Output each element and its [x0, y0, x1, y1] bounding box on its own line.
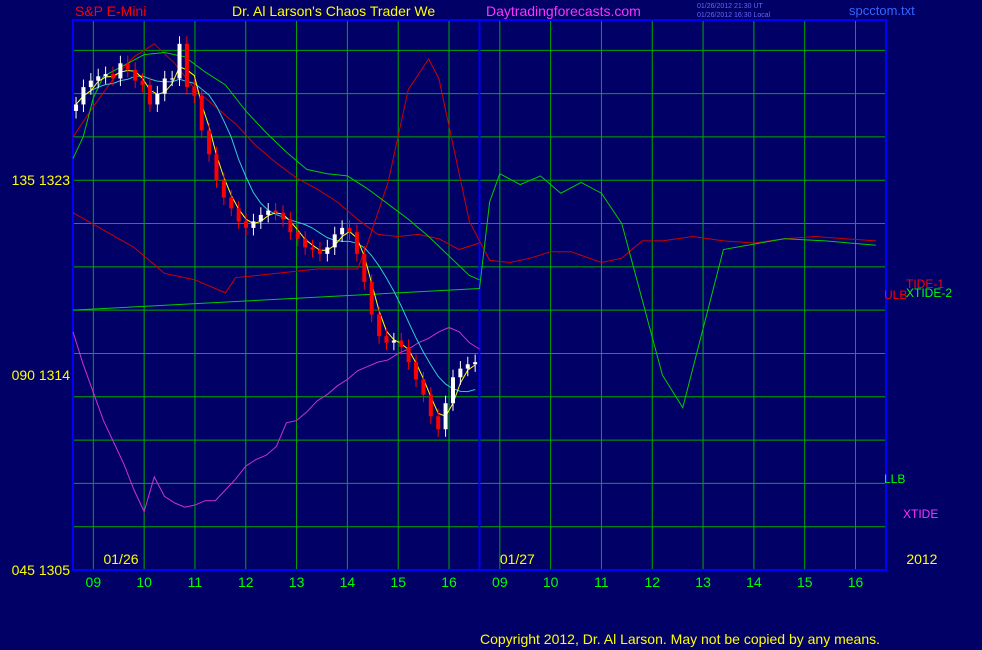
price-bar-body: [310, 247, 315, 250]
copyright-notice: Copyright 2012, Dr. Al Larson. May not b…: [480, 631, 881, 647]
legend-ulb: ULB: [884, 288, 907, 302]
x-tick-label: 12: [644, 574, 660, 590]
price-bar-body: [266, 210, 271, 215]
price-bar-body: [111, 74, 116, 79]
x-tick-label: 11: [594, 574, 609, 590]
price-bar-body: [391, 340, 396, 343]
x-tick-label: 09: [492, 574, 508, 590]
price-bar-body: [332, 234, 337, 248]
price-bar-body: [428, 394, 433, 417]
price-bar-body: [443, 403, 448, 430]
price-bar-body: [192, 87, 197, 96]
price-bar-body: [406, 346, 411, 363]
price-bar-body: [236, 208, 241, 222]
price-bar-body: [303, 238, 308, 248]
price-bar-body: [251, 221, 256, 228]
price-bar-body: [384, 336, 389, 343]
chaos-trader-chart: 09 10 11 12 13 14 15 16 09 10 11 12 13 14 15 16 135 1323…: [12, 3, 953, 590]
timestamp-local: 01/26/2012 16:30 Local: [697, 12, 771, 19]
price-bar-body: [147, 84, 152, 105]
site-link[interactable]: Daytradingforecasts.com: [486, 3, 641, 19]
x-tick-label: 15: [390, 574, 406, 590]
price-bar-body: [199, 95, 204, 131]
price-bar-body: [288, 219, 293, 233]
price-bar-body: [414, 362, 419, 380]
y-tick-label: 090 1314: [12, 367, 71, 383]
file-name: spcctom.txt: [849, 3, 915, 18]
x-tick-label: 16: [441, 574, 457, 590]
price-bar-body: [458, 368, 463, 378]
price-bar-body: [170, 78, 175, 80]
price-bar-body: [317, 249, 322, 254]
price-bar-body: [133, 69, 138, 81]
x-tick-label: 10: [543, 574, 559, 590]
x-tick-label: 14: [340, 574, 356, 590]
y-tick-label: 045 1305: [12, 562, 71, 578]
chart-title: Dr. Al Larson's Chaos Trader We: [232, 3, 435, 19]
price-bar-body: [140, 80, 145, 85]
price-bar-body: [155, 93, 160, 105]
price-bar-body: [473, 362, 478, 365]
price-bar-body: [273, 210, 278, 213]
x-tick-label: 15: [797, 574, 813, 590]
price-bar-body: [244, 221, 249, 228]
price-bar-body: [362, 253, 367, 283]
price-bar-body: [399, 340, 404, 347]
price-bar-body: [340, 227, 345, 235]
x-tick-label: 16: [848, 574, 864, 590]
price-bar-body: [436, 416, 441, 430]
price-bar-body: [74, 104, 79, 111]
price-bar-body: [207, 130, 212, 155]
price-bar-body: [421, 379, 426, 395]
price-bar-body: [450, 377, 455, 404]
price-bar-body: [465, 364, 470, 369]
timestamp-utc: 01/26/2012 21:30 UT: [697, 3, 763, 10]
price-bar-body: [221, 180, 226, 198]
legend-xtide: XTIDE: [903, 507, 938, 521]
x-tick-label: 13: [289, 574, 305, 590]
price-bar-body: [377, 314, 382, 337]
y-tick-label: 135 1323: [12, 172, 71, 188]
price-bar-body: [125, 63, 130, 70]
legend-llb: LLB: [884, 472, 905, 486]
date-label: 2012: [906, 551, 937, 567]
x-tick-label: 09: [86, 574, 102, 590]
symbol-title: S&P E-Mini: [75, 3, 146, 19]
price-bar-body: [325, 247, 330, 254]
price-bar-body: [81, 87, 86, 105]
price-bar-body: [369, 282, 374, 315]
price-bar-body: [214, 154, 219, 181]
date-label: 01/26: [103, 551, 138, 567]
price-bar-body: [280, 212, 285, 220]
price-bar-body: [177, 43, 182, 79]
price-bar-body: [354, 232, 359, 254]
price-bar-body: [184, 43, 189, 88]
x-tick-label: 10: [136, 574, 152, 590]
x-tick-label: 11: [188, 574, 203, 590]
price-bar-body: [295, 232, 300, 239]
price-bar-body: [229, 197, 234, 209]
price-bar-body: [162, 78, 167, 94]
x-tick-label: 14: [746, 574, 762, 590]
price-bar-body: [258, 214, 263, 222]
price-bar-body: [118, 63, 123, 79]
price-bar-body: [103, 74, 108, 77]
x-tick-label: 13: [695, 574, 711, 590]
price-bar-body: [347, 227, 352, 233]
price-bar-body: [88, 80, 93, 88]
price-bar-body: [96, 76, 101, 81]
date-label: 01/27: [500, 551, 535, 567]
legend-xtide2: XTIDE-2: [906, 286, 952, 300]
x-tick-label: 12: [238, 574, 254, 590]
